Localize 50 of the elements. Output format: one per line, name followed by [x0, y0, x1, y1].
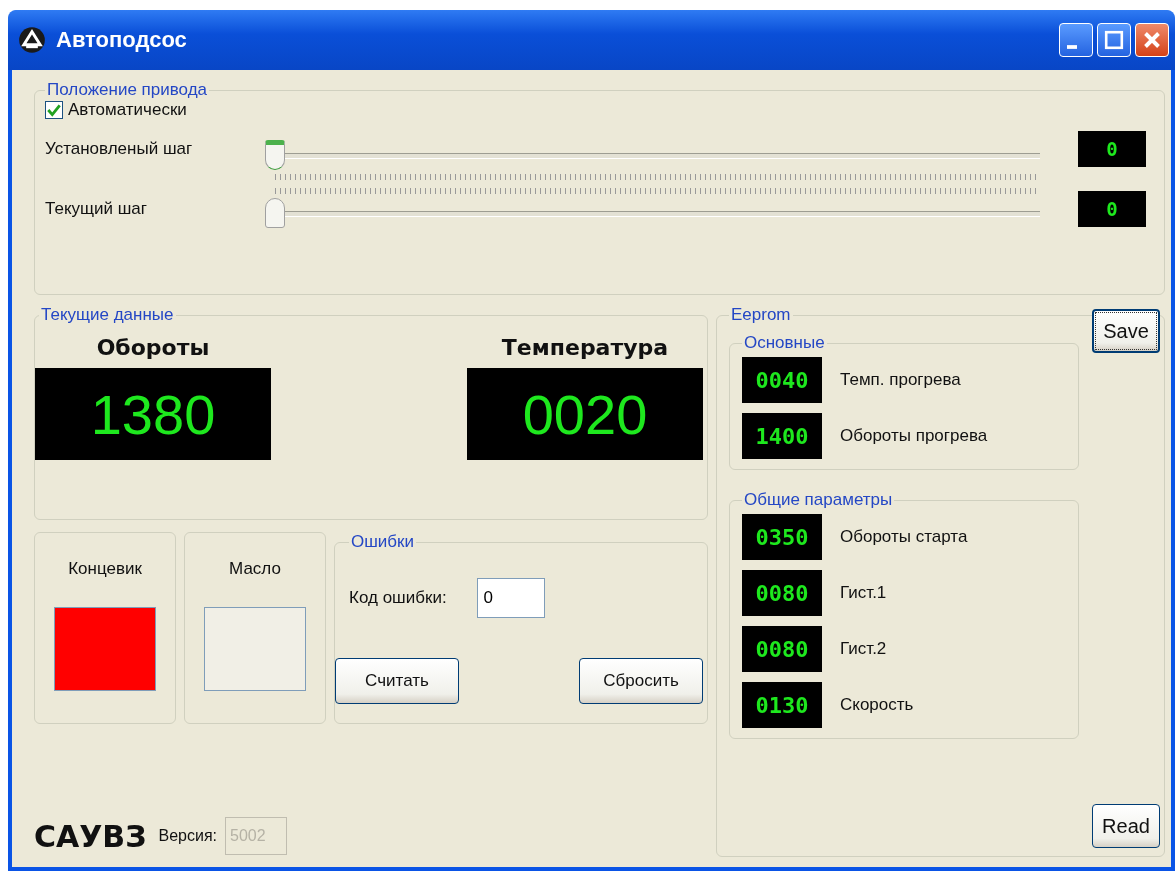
- app-icon: [18, 26, 46, 54]
- check-icon: [46, 102, 62, 118]
- checkbox[interactable]: [45, 101, 63, 119]
- param-label: Темп. прогрева: [840, 370, 961, 390]
- step-display: 0: [1078, 131, 1146, 167]
- action-button[interactable]: Считать: [335, 658, 459, 704]
- indicator-label: Масло: [229, 559, 281, 579]
- slider-thumb[interactable]: [265, 140, 285, 170]
- step-display: 0: [1078, 191, 1146, 227]
- minimize-button[interactable]: [1059, 23, 1093, 57]
- param-display: 1400: [742, 413, 822, 459]
- param-label: Скорость: [840, 695, 914, 715]
- read-button[interactable]: Read: [1092, 804, 1160, 848]
- maximize-button[interactable]: [1097, 23, 1131, 57]
- readout-label: Температура: [501, 335, 669, 360]
- param-label: Гист.1: [840, 583, 887, 603]
- group-title: Текущие данные: [40, 305, 175, 325]
- group-title: Общие параметры: [743, 490, 894, 510]
- param-display: 0350: [742, 514, 822, 560]
- group-title: Eeprom: [730, 305, 792, 325]
- window-title: Автоподсос: [56, 27, 188, 53]
- group-title: Основные: [743, 333, 826, 353]
- param-display: 0040: [742, 357, 822, 403]
- param-display: 0130: [742, 682, 822, 728]
- save-button[interactable]: Save: [1092, 309, 1160, 353]
- param-label: Гист.2: [840, 639, 887, 659]
- indicator-label: Концевик: [68, 559, 142, 579]
- version-label: Версия:: [158, 827, 218, 845]
- action-button[interactable]: Сбросить: [579, 658, 703, 704]
- checkbox-label: Автоматически: [68, 100, 187, 120]
- param-display: 0080: [742, 626, 822, 672]
- auto-checkbox[interactable]: Автоматически: [45, 100, 1146, 120]
- param-label: Обороты прогрева: [840, 426, 988, 446]
- slider[interactable]: [265, 198, 1040, 228]
- readout-label: Обороты: [96, 335, 210, 360]
- minimize-icon: [1067, 45, 1077, 49]
- slider[interactable]: [265, 140, 1040, 170]
- group-title: Положение привода: [46, 80, 208, 100]
- param-label: Обороты старта: [840, 527, 968, 547]
- close-button[interactable]: [1135, 23, 1169, 57]
- slider-label: Текущий шаг: [45, 199, 148, 219]
- slider-thumb[interactable]: [265, 198, 285, 228]
- readout-display: 1380: [35, 368, 271, 460]
- error-code-field[interactable]: 0: [476, 578, 545, 618]
- slider-label: Установленый шаг: [45, 139, 194, 159]
- logo-text: САУВЗ: [34, 818, 147, 854]
- group-title: Ошибки: [350, 532, 416, 552]
- field-label: Код ошибки:: [349, 588, 447, 608]
- param-display: 0080: [742, 570, 822, 616]
- readout-display: 0020: [467, 368, 703, 460]
